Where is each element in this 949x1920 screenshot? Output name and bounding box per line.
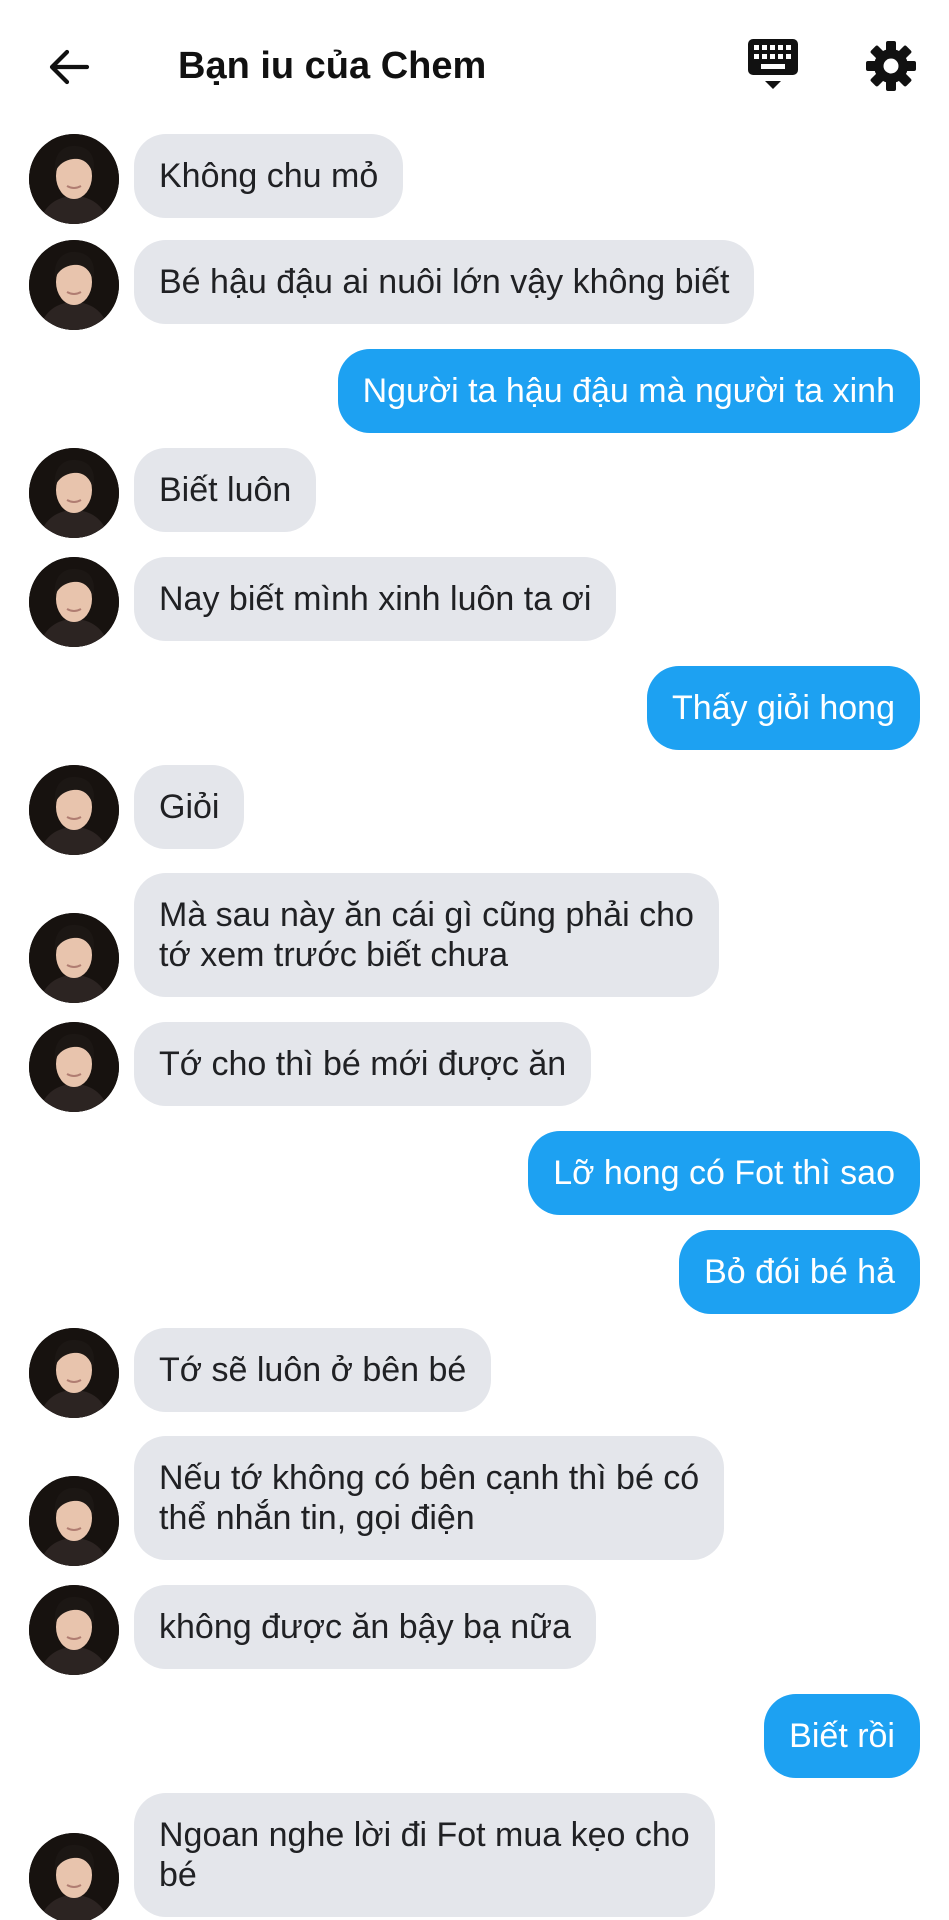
avatar-photo bbox=[29, 240, 119, 330]
avatar[interactable] bbox=[29, 134, 119, 224]
avatar-photo bbox=[29, 1328, 119, 1418]
message-bubble[interactable]: Tớ sẽ luôn ở bên bé bbox=[134, 1328, 492, 1412]
message-bubble[interactable]: Nay biết mình xinh luôn ta ơi bbox=[134, 557, 617, 641]
message-bubble[interactable]: Lỡ hong có Fot thì sao bbox=[528, 1131, 920, 1215]
keyboard-icon bbox=[748, 39, 798, 89]
message-bubble[interactable]: Nếu tớ không có bên cạnh thì bé có thể n… bbox=[134, 1436, 725, 1560]
message-bubble[interactable]: Người ta hậu đậu mà người ta xinh bbox=[337, 349, 920, 433]
chat-title: Bạn iu của Chem bbox=[178, 45, 487, 87]
avatar[interactable] bbox=[29, 913, 119, 1003]
chat-screen: Bạn iu của Chem Không chu mỏ Bé hậu đậu … bbox=[0, 0, 949, 1920]
message-bubble[interactable]: Ngoan nghe lời đi Fot mua kẹo cho bé bbox=[134, 1793, 715, 1917]
message-bubble[interactable]: không được ăn bậy bạ nữa bbox=[134, 1585, 596, 1669]
message-list[interactable]: Không chu mỏ Bé hậu đậu ai nuôi lớn vậy … bbox=[0, 0, 949, 1920]
avatar[interactable] bbox=[29, 557, 119, 647]
keyboard-button[interactable] bbox=[735, 28, 811, 104]
avatar[interactable] bbox=[29, 1022, 119, 1112]
avatar[interactable] bbox=[29, 1585, 119, 1675]
avatar-photo bbox=[29, 1476, 119, 1566]
avatar[interactable] bbox=[29, 1328, 119, 1418]
chat-header: Bạn iu của Chem bbox=[0, 0, 949, 128]
avatar-photo bbox=[29, 1833, 119, 1920]
message-bubble[interactable]: Không chu mỏ bbox=[134, 134, 404, 218]
avatar-photo bbox=[29, 448, 119, 538]
message-bubble[interactable]: Bé hậu đậu ai nuôi lớn vậy không biết bbox=[134, 240, 755, 324]
avatar-photo bbox=[29, 1022, 119, 1112]
avatar[interactable] bbox=[29, 240, 119, 330]
avatar-photo bbox=[29, 557, 119, 647]
avatar[interactable] bbox=[29, 448, 119, 538]
avatar-photo bbox=[29, 134, 119, 224]
message-bubble[interactable]: Mà sau này ăn cái gì cũng phải cho tớ xe… bbox=[134, 873, 719, 997]
avatar-photo bbox=[29, 1585, 119, 1675]
back-button[interactable] bbox=[34, 32, 104, 102]
message-bubble[interactable]: Thấy giỏi hong bbox=[646, 666, 920, 750]
avatar[interactable] bbox=[29, 765, 119, 855]
message-bubble[interactable]: Biết rồi bbox=[764, 1694, 920, 1778]
message-bubble[interactable]: Giỏi bbox=[134, 765, 245, 849]
message-bubble[interactable]: Tớ cho thì bé mới được ăn bbox=[134, 1022, 592, 1106]
arrow-left-icon bbox=[49, 49, 90, 85]
avatar[interactable] bbox=[29, 1833, 119, 1920]
message-bubble[interactable]: Biết luôn bbox=[134, 448, 317, 532]
settings-button[interactable] bbox=[853, 28, 929, 104]
avatar[interactable] bbox=[29, 1476, 119, 1566]
message-bubble[interactable]: Bỏ đói bé hả bbox=[679, 1230, 920, 1314]
gear-icon bbox=[866, 41, 916, 91]
avatar-photo bbox=[29, 913, 119, 1003]
avatar-photo bbox=[29, 765, 119, 855]
